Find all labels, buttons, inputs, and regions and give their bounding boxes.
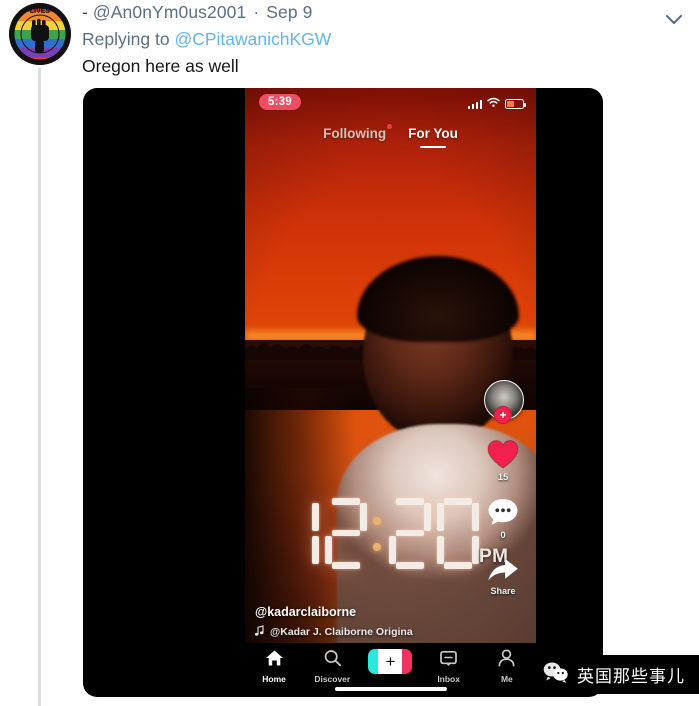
comment-count: 0 <box>500 530 506 541</box>
nav-item-me-label: Me <box>500 674 513 684</box>
tab-for-you-label: For You <box>408 126 458 141</box>
like-count: 15 <box>497 472 509 483</box>
chevron-down-icon[interactable] <box>661 6 687 32</box>
led-clock <box>277 493 497 573</box>
home-indicator-bar <box>334 687 447 691</box>
clock-digit <box>325 497 367 569</box>
clock-hours <box>277 497 367 569</box>
nav-item-me[interactable]: Me <box>481 649 533 684</box>
nav-item-home-label: Home <box>262 674 286 684</box>
share-arrow-icon[interactable] <box>486 555 520 585</box>
nav-item-discover-label: Discover <box>314 674 351 684</box>
phone-status-bar: 5:39 <box>245 88 536 118</box>
comment-bubble-icon[interactable] <box>487 497 519 528</box>
nav-item-inbox-label: Inbox <box>437 674 460 684</box>
tweet-header-line: - @An0nYm0us2001 · Sep 9 <box>82 2 312 23</box>
svg-text:LIVES: LIVES <box>30 8 51 15</box>
feed-tabs: Following For You <box>245 124 536 147</box>
follow-plus-button[interactable]: + <box>494 406 512 424</box>
status-icons <box>467 95 526 113</box>
tweet-body-text: Oregon here as well <box>82 56 239 76</box>
nav-item-inbox[interactable]: Inbox <box>423 649 475 684</box>
tab-following-badge-dot <box>387 124 393 129</box>
black-lives-matter-rainbow-fist-avatar[interactable]: LIVES <box>9 3 71 65</box>
profile-button[interactable]: + <box>484 380 524 424</box>
tiktok-video-frame[interactable]: PM 5:39 Following For You + 15 0 Share @… <box>245 88 536 697</box>
share-label: Share <box>490 586 516 596</box>
clock-colon <box>372 497 384 569</box>
heart-icon[interactable] <box>486 438 520 470</box>
tweet-date[interactable]: Sep 9 <box>266 2 312 22</box>
create-plus-icon[interactable]: + <box>368 649 413 674</box>
home-icon <box>265 649 284 672</box>
nav-item-create[interactable]: + <box>364 649 416 674</box>
wechat-watermark: 英国那些事儿 <box>531 655 699 694</box>
comment-button[interactable]: 0 <box>487 497 519 541</box>
wechat-icon <box>543 661 569 688</box>
music-note-icon <box>255 625 264 639</box>
clock-minutes <box>389 497 479 569</box>
user-handle[interactable]: @An0nYm0us2001 <box>93 2 246 22</box>
replying-to-label: Replying to <box>82 29 170 49</box>
action-rail: + 15 0 Share <box>476 380 530 610</box>
inbox-icon <box>439 649 458 672</box>
video-music-title: @Kadar J. Claiborne Origina <box>270 626 413 638</box>
clock-digit <box>389 497 431 569</box>
wechat-watermark-text: 英国那些事儿 <box>577 667 685 686</box>
clock-digit <box>277 497 319 569</box>
nav-item-home[interactable]: Home <box>248 649 300 684</box>
embedded-video-card[interactable]: PM 5:39 Following For You + 15 0 Share @… <box>83 88 603 697</box>
cellular-signal-icon <box>467 99 482 109</box>
thread-line <box>38 68 41 706</box>
tab-for-you[interactable]: For You <box>408 126 458 147</box>
header-separator: · <box>253 2 260 22</box>
avatar[interactable]: LIVES <box>9 3 71 65</box>
search-icon <box>323 649 342 672</box>
tweet-container: LIVES - @An0nYm0us2001 · Sep 9 Replying … <box>0 0 699 706</box>
create-plus-glyph: + <box>385 652 396 671</box>
replying-to-line: Replying to @CPitawanichKGW <box>82 29 331 50</box>
video-username[interactable]: @kadarclaiborne <box>255 605 470 619</box>
like-button[interactable]: 15 <box>486 438 520 483</box>
tab-following-label: Following <box>323 126 387 141</box>
video-caption: @kadarclaiborne @Kadar J. Claiborne Orig… <box>255 605 470 639</box>
battery-charging-icon <box>505 99 526 109</box>
display-name: - <box>82 2 88 22</box>
tab-following[interactable]: Following <box>323 124 393 147</box>
nav-item-discover[interactable]: Discover <box>306 649 358 684</box>
replying-to-handle[interactable]: @CPitawanichKGW <box>174 29 331 49</box>
clock-digit <box>437 497 479 569</box>
status-time: 5:39 <box>259 94 301 110</box>
video-music-row[interactable]: @Kadar J. Claiborne Origina <box>255 625 470 639</box>
person-icon <box>497 649 516 672</box>
share-button[interactable]: Share <box>486 555 520 596</box>
wifi-icon <box>487 95 500 113</box>
